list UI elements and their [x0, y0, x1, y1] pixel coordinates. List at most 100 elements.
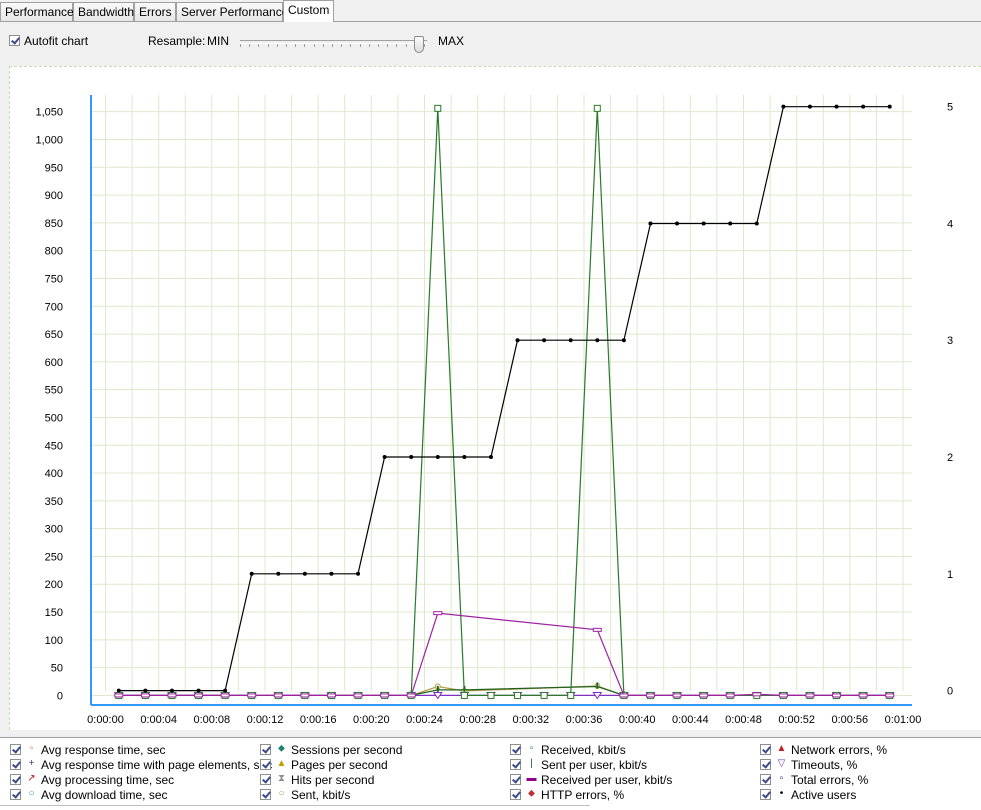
data-point-received-per-user [194, 693, 204, 698]
tab-performance[interactable]: Performance [0, 2, 74, 21]
slider-tick [424, 44, 425, 47]
legend-checkbox[interactable] [260, 789, 271, 800]
data-point-received [434, 104, 442, 112]
slider-tick [359, 44, 361, 47]
slider-tick [240, 44, 241, 47]
legend-checkbox[interactable] [760, 789, 771, 800]
data-point-active-users [621, 338, 626, 343]
legend-checkbox[interactable] [10, 774, 21, 785]
x-tick-label: 0:00:40 [619, 714, 656, 726]
y-left-tick-label: 0 [57, 690, 63, 702]
resample-slider-thumb[interactable] [414, 36, 424, 53]
legend-checkbox[interactable] [260, 744, 271, 755]
square-marker-icon: ▫ [29, 743, 34, 754]
data-point-received [567, 691, 575, 699]
legend-label: Active users [791, 788, 857, 802]
slider-tick [249, 44, 251, 47]
y-left-tick-label: 250 [45, 551, 63, 563]
slider-tick [368, 44, 370, 47]
legend-checkbox[interactable] [10, 759, 21, 770]
data-point-active-users [356, 571, 361, 576]
tab-custom[interactable]: Custom [283, 0, 334, 22]
dot-marker-icon: • [779, 788, 784, 799]
legend-checkbox[interactable] [510, 789, 521, 800]
legend-label: Pages per second [291, 758, 388, 772]
slider-tick [286, 44, 287, 47]
autofit-checkbox[interactable] [9, 35, 20, 46]
y-right-tick-label: 1 [947, 569, 953, 581]
data-point-sent-per-user [596, 682, 599, 689]
legend-checkbox[interactable] [510, 759, 521, 770]
plus-marker-icon: + [28, 758, 35, 769]
data-point-received-per-user [885, 693, 895, 698]
legend-label: Avg response time with page elements, se… [41, 758, 273, 772]
y-left-tick-label: 100 [45, 635, 63, 647]
y-left-tick-label: 150 [45, 607, 63, 619]
data-point-received-per-user [805, 693, 815, 698]
x-tick-label: 0:00:04 [140, 714, 177, 726]
y-right-tick-label: 5 [947, 102, 953, 114]
legend-checkbox[interactable] [760, 774, 771, 785]
x-tick-label: 0:00:00 [87, 714, 124, 726]
legend-checkbox[interactable] [510, 744, 521, 755]
legend-checkbox[interactable] [10, 789, 21, 800]
legend-label: Hits per second [291, 773, 375, 787]
x-tick-label: 0:00:32 [512, 714, 549, 726]
x-tick-label: 0:00:28 [459, 714, 496, 726]
legend-scrollbar[interactable] [0, 805, 590, 809]
tab-bar: Performance Bandwidth Errors Server Perform… [0, 0, 981, 23]
tab-bandwidth[interactable]: Bandwidth [73, 2, 134, 21]
data-point-active-users [196, 688, 201, 693]
y-left-tick-label: 950 [45, 162, 63, 174]
data-point-active-users [542, 338, 547, 343]
data-point-received [540, 691, 548, 699]
dash-marker-icon: ▬ [526, 773, 537, 784]
data-point-received [593, 104, 601, 112]
data-point-active-users [595, 338, 600, 343]
data-point-received [460, 691, 468, 699]
data-point-active-users [515, 338, 520, 343]
autofit-label[interactable]: Autofit chart [24, 34, 88, 48]
data-point-received-per-user [433, 611, 443, 616]
y-left-tick-label: 850 [45, 218, 63, 230]
legend-label: Sent per user, kbit/s [541, 758, 648, 772]
data-point-active-users [568, 338, 573, 343]
data-point-active-users [834, 104, 839, 109]
slider-tick [313, 44, 315, 47]
data-point-received-per-user [380, 693, 390, 698]
data-point-active-users [701, 221, 706, 226]
legend-checkbox[interactable] [760, 759, 771, 770]
diamond-marker-icon: ⬥ [528, 788, 535, 799]
data-point-active-users [223, 688, 228, 693]
circle-marker-icon: ○ [278, 788, 285, 799]
resample-slider-track[interactable] [240, 40, 427, 47]
data-point-active-users [409, 455, 414, 460]
chart-svg: 0501001502002503003504004505005506006507… [35, 95, 953, 726]
data-point-active-users [435, 455, 440, 460]
x-tick-label: 0:00:08 [193, 714, 230, 726]
controls-bar: Autofit chart Resample: MIN MAX [0, 30, 981, 54]
data-point-received-per-user [300, 693, 310, 698]
legend-label: Avg processing time, sec [41, 773, 175, 787]
y-left-tick-label: 450 [45, 440, 63, 452]
data-point-active-users [488, 455, 493, 460]
legend-checkbox[interactable] [760, 744, 771, 755]
data-point-active-users [462, 455, 467, 460]
legend-checkbox[interactable] [10, 744, 21, 755]
y-left-tick-label: 300 [45, 524, 63, 536]
legend-checkbox[interactable] [510, 774, 521, 785]
diamond-marker-icon: ⬥ [278, 743, 285, 754]
tab-errors[interactable]: Errors [134, 2, 176, 21]
tab-server-performance[interactable]: Server Performance [176, 2, 288, 21]
y-left-tick-label: 500 [45, 412, 63, 424]
x-tick-label: 0:00:16 [300, 714, 337, 726]
data-point-received-per-user [672, 693, 682, 698]
slider-tick [350, 44, 352, 47]
data-point-received-per-user [140, 693, 150, 698]
arrow-marker-icon: ↗ [27, 773, 36, 784]
data-point-sent-per-user [436, 685, 439, 692]
data-point-received-per-user [752, 692, 762, 697]
legend-checkbox[interactable] [260, 774, 271, 785]
chart-area[interactable]: 0 50 100 150 200 250 300 350 400 450 500 550 600 650 7… [9, 66, 981, 730]
legend-checkbox[interactable] [260, 759, 271, 770]
